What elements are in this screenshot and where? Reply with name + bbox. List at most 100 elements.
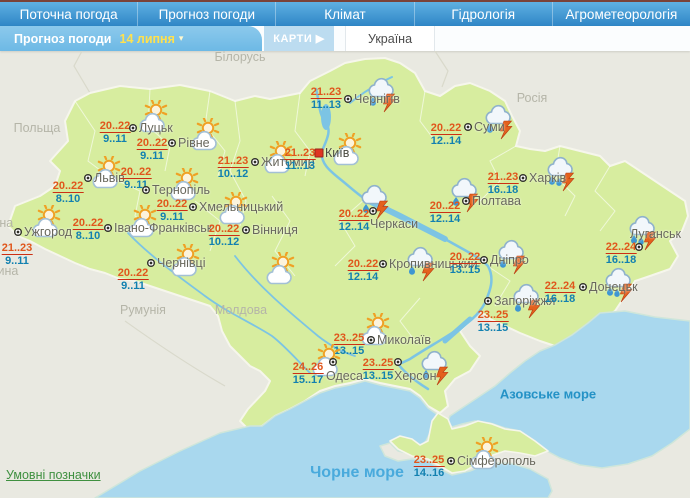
city-name[interactable]: Миколаїв [377, 333, 431, 347]
city-marker[interactable] [168, 139, 176, 147]
capital-marker[interactable] [314, 148, 324, 158]
city-name[interactable]: Харків [529, 171, 566, 185]
city-marker[interactable] [369, 207, 377, 215]
temp-high: 21..23 [310, 86, 342, 99]
country-label: Молдова [214, 303, 268, 317]
city-marker[interactable] [579, 283, 587, 291]
temperature-block: 21..23 9..11 [1, 242, 33, 267]
temp-low: 9..11 [140, 150, 164, 162]
city-marker[interactable] [480, 256, 488, 264]
topnav-tab[interactable]: Гідрологія [415, 2, 553, 26]
city-name[interactable]: Суми [474, 120, 505, 134]
city-marker[interactable] [129, 124, 137, 132]
top-navigation: Поточна погода Прогноз погоди Клімат Гідрол… [0, 0, 690, 26]
temperature-block: 20..22 9..11 [99, 120, 131, 145]
sea-label: Азовське море [499, 386, 597, 402]
city-name[interactable]: Сімферополь [457, 454, 536, 468]
weather-app: Поточна погода Прогноз погоди Клімат Гідрол… [0, 0, 690, 498]
date-dropdown[interactable]: 14 липня [120, 32, 175, 46]
temp-low: 13..15 [362, 370, 394, 382]
temp-high: 20..22 [430, 122, 462, 135]
city-name[interactable]: Херсон [394, 369, 437, 383]
topnav-tab[interactable]: Поточна погода [0, 2, 139, 26]
topnav-tab[interactable]: Агрометеорологія [553, 2, 690, 26]
city-name[interactable]: Чернівці [157, 256, 206, 270]
city-name[interactable]: Хмельницький [199, 200, 283, 214]
city-name[interactable]: Черкаси [370, 217, 418, 231]
city-marker[interactable] [344, 95, 352, 103]
ukraine-weather-map: ПольщаБілорусьРосіяРумуніяМолдоваУгорщин… [0, 50, 690, 498]
temp-high: 22..24 [605, 241, 637, 254]
maps-button[interactable]: КАРТИ ▶ [264, 26, 334, 51]
city-marker[interactable] [447, 457, 455, 465]
city-name[interactable]: Донецьк [589, 280, 638, 294]
city-name[interactable]: Дніпро [490, 253, 529, 267]
temp-high: 23..25 [413, 454, 445, 467]
city-marker[interactable] [142, 186, 150, 194]
country-label: Польща [13, 121, 61, 135]
topnav-tab[interactable]: Клімат [276, 2, 415, 26]
temp-low: 15..17 [292, 374, 324, 386]
temp-high: 23..25 [477, 309, 509, 322]
temp-high: 20..22 [136, 137, 168, 150]
temp-high: 20..22 [99, 120, 131, 133]
city-marker[interactable] [394, 358, 402, 366]
temp-low: 10..12 [217, 168, 249, 180]
city-name[interactable]: Полтава [472, 194, 521, 208]
temperature-block: 20..22 9..11 [136, 137, 168, 162]
city-marker[interactable] [84, 174, 92, 182]
temperature-block: 22..24 16..18 [605, 241, 637, 266]
temp-high: 20..22 [449, 251, 481, 264]
city-name[interactable]: Рівне [178, 136, 210, 150]
city-marker[interactable] [242, 226, 250, 234]
city-name[interactable]: Одеса [326, 369, 363, 383]
city-name[interactable]: Ужгород [24, 225, 72, 239]
temperature-block: 21..23 11..13 [284, 147, 316, 172]
map-base [7, 51, 690, 498]
temp-low: 8..10 [75, 230, 101, 242]
city-marker[interactable] [147, 259, 155, 267]
city-marker[interactable] [251, 158, 259, 166]
temperature-block: 21..23 10..12 [217, 155, 249, 180]
city-name[interactable]: Луганськ [630, 227, 681, 241]
city-name[interactable]: Тернопіль [152, 183, 210, 197]
tab-ukraine[interactable]: Україна [345, 26, 435, 51]
city-marker[interactable] [464, 123, 472, 131]
country-label: Білорусь [214, 50, 266, 64]
city-name[interactable]: Івано-Франківськ [114, 221, 212, 235]
legend-link[interactable]: Умовні позначки [6, 468, 101, 482]
city-marker[interactable] [14, 228, 22, 236]
city-marker[interactable] [519, 174, 527, 182]
temp-low: 12..14 [347, 271, 379, 283]
city-marker[interactable] [462, 197, 470, 205]
country-label: Румунія [120, 303, 166, 317]
city-name[interactable]: Київ [325, 146, 349, 160]
temperature-block: 20..22 12..14 [430, 122, 462, 147]
city-marker[interactable] [329, 358, 337, 366]
city-name[interactable]: Чернігів [354, 92, 400, 106]
temp-low: 12..14 [429, 213, 461, 225]
city-marker[interactable] [189, 203, 197, 211]
city-marker[interactable] [379, 260, 387, 268]
temperature-block: 20..22 12..14 [347, 258, 379, 283]
temp-high: 23..25 [362, 357, 394, 370]
section-title: Прогноз погоди [14, 31, 112, 46]
chevron-down-icon[interactable]: ▾ [179, 33, 184, 44]
city-marker[interactable] [367, 336, 375, 344]
topnav-tab[interactable]: Прогноз погоди [138, 2, 277, 26]
temp-high: 20..22 [117, 267, 149, 280]
city-marker[interactable] [104, 224, 112, 232]
temp-low: 12..14 [338, 221, 370, 233]
city-name[interactable]: Луцьк [139, 121, 173, 135]
temp-low: 10..12 [208, 236, 240, 248]
country-label: Словаччина [0, 216, 14, 230]
city-marker[interactable] [484, 297, 492, 305]
temperature-block: 20..22 13..15 [449, 251, 481, 276]
temp-high: 20..22 [208, 223, 240, 236]
temp-low: 12..14 [430, 135, 462, 147]
city-name[interactable]: Вінниця [252, 223, 298, 237]
city-marker[interactable] [635, 243, 643, 251]
temperature-block: 20..22 10..12 [208, 223, 240, 248]
temperature-block: 23..25 13..15 [362, 357, 394, 382]
temp-low: 11..13 [311, 99, 341, 111]
